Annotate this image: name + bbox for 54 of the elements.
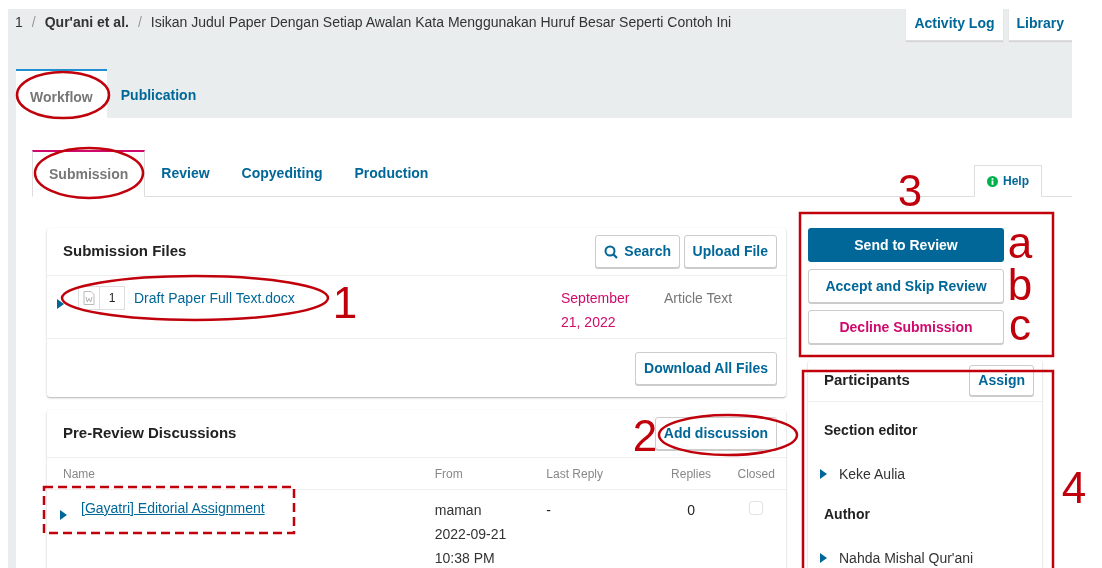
stage-tab[interactable]: Production xyxy=(338,150,445,197)
discussion-from: 2022-09-21 xyxy=(434,525,508,544)
download-all-button[interactable]: Download All Files xyxy=(635,351,777,385)
column-header: Last Reply xyxy=(546,465,604,483)
participant-name: Nahda Mishal Qur'ani xyxy=(839,548,974,568)
stage-tab[interactable]: Review xyxy=(145,150,226,197)
file-date: September 21, 2022 xyxy=(561,289,631,332)
info-icon xyxy=(987,175,998,187)
column-header: From xyxy=(434,465,464,483)
expand-caret-icon xyxy=(60,510,67,521)
closed-checkbox[interactable] xyxy=(749,501,764,515)
discussion-from: 10:38 PM xyxy=(434,549,496,568)
column-header: Replies xyxy=(670,465,713,483)
file-link[interactable]: Draft Paper Full Text.docx xyxy=(134,286,295,310)
annotation-label: 4 xyxy=(1061,463,1087,512)
header-tab[interactable]: Library xyxy=(1008,9,1072,41)
upload-button[interactable]: Upload File xyxy=(683,235,777,268)
discussion-from: maman xyxy=(434,501,483,520)
search-button[interactable]: Search xyxy=(595,235,681,268)
file-number: 1 xyxy=(100,286,125,310)
file-type-icon xyxy=(78,286,100,310)
submission-id: 1 xyxy=(15,14,23,30)
decision-button[interactable]: Send to Review xyxy=(808,228,1004,262)
column-header: Name xyxy=(63,465,96,483)
breadcrumb-separator: / xyxy=(31,14,36,30)
stage-tab[interactable]: Submission xyxy=(32,150,146,197)
breadcrumb-separator: / xyxy=(137,14,142,30)
submission-title: Isikan Judul Paper Dengan Setiap Awalan Kata Menggunakan Huruf Besar Seperti Contoh Ini xyxy=(150,14,732,30)
column-header: Closed xyxy=(736,465,776,483)
search-icon xyxy=(604,244,619,259)
reply-count: 0 xyxy=(687,502,695,518)
role-heading: Author xyxy=(823,505,871,524)
author-names: Qur'ani et al. xyxy=(44,14,129,30)
expand-caret-icon xyxy=(820,553,827,563)
assign-button[interactable]: Assign xyxy=(969,365,1034,396)
participant-name: Keke Aulia xyxy=(839,464,906,484)
file-genre: Article Text xyxy=(664,289,734,308)
decision-button[interactable]: Decline Submission xyxy=(808,310,1004,344)
expand-caret-icon xyxy=(820,469,827,479)
card-title: Participants xyxy=(824,370,910,391)
stage-tab[interactable]: Copyediting xyxy=(225,150,339,197)
last-reply: - xyxy=(546,501,552,520)
annotation-label: 3 xyxy=(897,166,923,215)
card-title: Pre-Review Discussions xyxy=(63,423,237,444)
help-tab[interactable]: Help xyxy=(974,165,1042,197)
annotation-label: 1 xyxy=(332,278,358,327)
expand-caret-icon xyxy=(57,299,64,310)
discussion-link[interactable]: [Gayatri] Editorial Assignment xyxy=(81,498,265,519)
card-title: Submission Files xyxy=(63,241,187,262)
workflow-tab[interactable]: Publication xyxy=(106,69,211,118)
add-discussion-button[interactable]: Add discussion xyxy=(654,417,777,450)
role-heading: Section editor xyxy=(823,421,919,440)
decision-button[interactable]: Accept and Skip Review xyxy=(808,269,1004,303)
header-tab[interactable]: Activity Log xyxy=(906,9,1003,41)
